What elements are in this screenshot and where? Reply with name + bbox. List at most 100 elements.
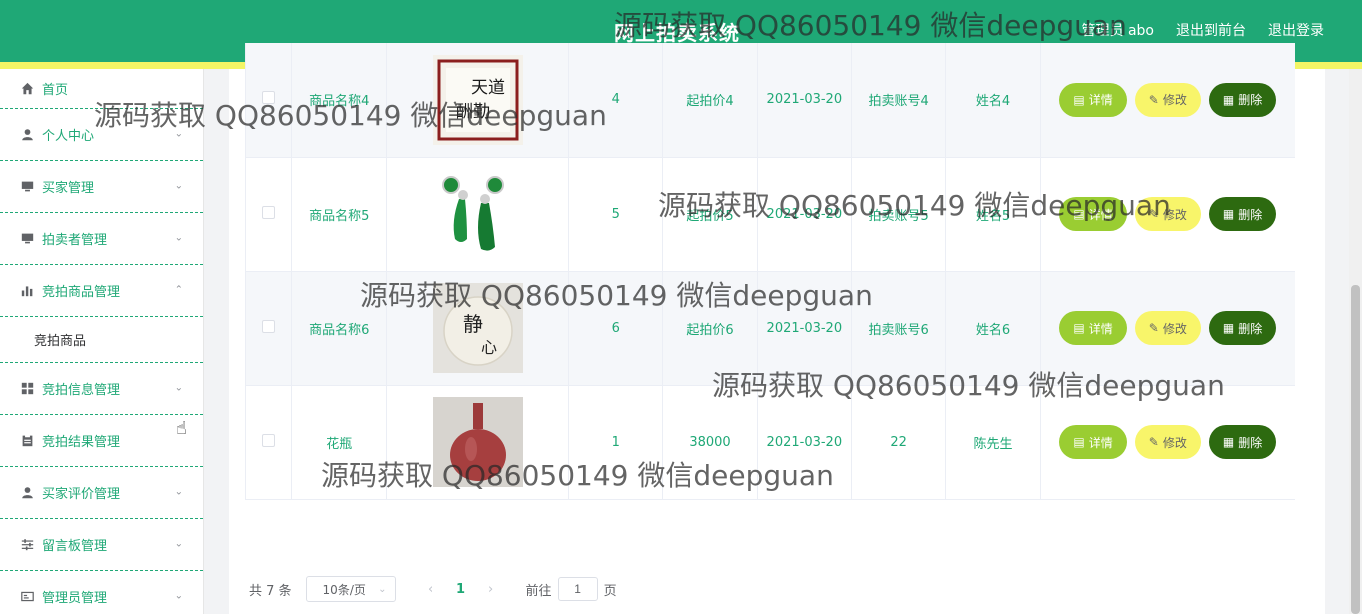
edit-button[interactable]: ✎ 修改 [1134, 197, 1201, 231]
document-icon: ▤ [1073, 207, 1085, 221]
table-card: 商品名称4 天道 酬勤 4 起拍价4 2021-03-20 拍卖账号4 姓名4 … [229, 43, 1325, 614]
app-title: 网上拍卖系统 [614, 21, 740, 45]
sidebar-item-admins[interactable]: 管理员管理 ⌄ [0, 571, 203, 614]
jade-jewelry-image [432, 169, 523, 259]
calligraphy-painting-image: 天道 酬勤 [432, 54, 523, 145]
goods-number-cell: 5 [568, 157, 664, 272]
sidebar-item-profile[interactable]: 个人中心 ⌄ [0, 109, 203, 161]
home-icon [20, 82, 34, 96]
id-card-icon [20, 590, 34, 604]
seller-account-cell: 拍卖账号5 [851, 157, 947, 272]
pagination: 共 7 条 10条/页 ⌄ ‹ 1 › 前往 页 [249, 576, 617, 602]
detail-button[interactable]: ▤ 详情 [1059, 197, 1127, 231]
seller-name-cell: 姓名4 [945, 43, 1041, 158]
document-icon: ▤ [1073, 321, 1085, 335]
svg-text:心: 心 [481, 338, 497, 357]
vertical-scrollbar[interactable] [1349, 69, 1362, 614]
detail-button[interactable]: ▤ 详情 [1059, 82, 1127, 117]
table-row: 商品名称4 天道 酬勤 4 起拍价4 2021-03-20 拍卖账号4 姓名4 … [244, 43, 1295, 158]
table-row: 商品名称6 静 心 6 起拍价6 2021-03-20 拍卖账号6 姓名6 ▤ … [244, 271, 1295, 386]
page-size-value: 10条/页 [322, 582, 366, 597]
start-price-cell: 起拍价4 [662, 43, 758, 158]
start-price-cell: 起拍价5 [662, 157, 758, 272]
next-page-button[interactable]: › [476, 582, 506, 597]
trash-icon: ▦ [1222, 92, 1235, 107]
edit-button[interactable]: ✎ 修改 [1134, 311, 1201, 345]
sidebar-item-label: 竞拍结果管理 [42, 435, 121, 450]
scrollbar-thumb[interactable] [1351, 285, 1360, 614]
goods-name-cell: 商品名称6 [291, 271, 388, 386]
document-icon: ▤ [1073, 435, 1085, 449]
logout-link[interactable]: 退出登录 [1268, 20, 1324, 40]
sidebar-item-auction-results[interactable]: 竞拍结果管理 [0, 415, 203, 467]
seller-name-cell: 姓名6 [945, 271, 1041, 386]
goods-table: 商品名称4 天道 酬勤 4 起拍价4 2021-03-20 拍卖账号4 姓名4 … [244, 43, 1295, 500]
seller-name-cell: 陈先生 [945, 385, 1041, 500]
pencil-icon: ✎ [1148, 321, 1159, 335]
goods-number-cell: 1 [568, 385, 664, 500]
document-icon: ▤ [1073, 92, 1085, 107]
sidebar-item-buyer-reviews[interactable]: 买家评价管理 ⌄ [0, 467, 203, 519]
seller-account-cell: 22 [851, 385, 947, 500]
prev-page-button[interactable]: ‹ [416, 582, 446, 597]
date-cell: 2021-03-20 [757, 271, 852, 386]
sidebar-item-label: 买家管理 [42, 181, 95, 196]
sidebar-item-label: 首页 [42, 83, 69, 98]
goto-suffix: 页 [603, 583, 617, 599]
goods-name-cell: 花瓶 [291, 385, 388, 500]
sidebar-item-label: 个人中心 [42, 129, 95, 144]
sidebar-item-sellers[interactable]: 拍卖者管理 ⌄ [0, 213, 203, 265]
row-checkbox[interactable] [262, 205, 276, 219]
goto-page-input[interactable] [557, 577, 598, 601]
page-number-current[interactable]: 1 [446, 582, 476, 597]
total-count: 共 7 条 [249, 583, 292, 599]
seller-name-cell: 姓名5 [945, 157, 1041, 272]
row-checkbox[interactable] [262, 433, 276, 447]
calligraphy-scroll-image: 静 心 [432, 283, 523, 373]
sliders-icon [20, 538, 34, 552]
trash-icon: ▦ [1222, 321, 1235, 335]
delete-button[interactable]: ▦ 删除 [1208, 311, 1277, 345]
sidebar-item-buyers[interactable]: 买家管理 ⌄ [0, 161, 203, 213]
delete-button[interactable]: ▦ 删除 [1208, 425, 1277, 459]
row-checkbox[interactable] [262, 91, 276, 105]
chevron-down-icon: ⌄ [174, 127, 183, 139]
clipboard-icon [20, 434, 34, 448]
chevron-down-icon: ⌄ [174, 537, 183, 549]
chevron-down-icon: ⌄ [174, 231, 183, 243]
edit-button[interactable]: ✎ 修改 [1134, 82, 1201, 117]
goods-name-cell: 商品名称4 [291, 43, 388, 158]
detail-button[interactable]: ▤ 详情 [1059, 311, 1127, 345]
edit-button[interactable]: ✎ 修改 [1134, 425, 1201, 459]
row-checkbox[interactable] [262, 319, 276, 333]
chevron-down-icon: ⌄ [174, 381, 183, 393]
seller-account-cell: 拍卖账号4 [851, 43, 947, 158]
goods-number-cell: 6 [568, 271, 664, 386]
start-price-cell: 38000 [662, 385, 758, 500]
svg-text:酬勤: 酬勤 [456, 102, 490, 122]
pencil-icon: ✎ [1148, 92, 1159, 107]
sidebar-item-home[interactable]: 首页 [0, 69, 203, 109]
monitor-icon [20, 180, 34, 194]
back-to-frontend-link[interactable]: 退出到前台 [1176, 20, 1246, 40]
sidebar-item-label: 竞拍商品管理 [42, 285, 121, 300]
submenu-item-auction-goods[interactable]: 竞拍商品 [0, 317, 203, 363]
monitor-icon [20, 232, 34, 246]
chevron-down-icon: ⌄ [174, 179, 183, 191]
page-size-select[interactable]: 10条/页 ⌄ [305, 576, 396, 602]
user-icon [20, 486, 34, 500]
date-cell: 2021-03-20 [757, 157, 852, 272]
trash-icon: ▦ [1222, 207, 1235, 221]
sidebar: 首页 个人中心 ⌄ 买家管理 ⌄ 拍卖者管理 ⌄ 竞拍商品管理 ⌃ 竞拍商品 竞… [0, 69, 204, 614]
delete-button[interactable]: ▦ 删除 [1208, 82, 1277, 117]
sidebar-item-message-board[interactable]: 留言板管理 ⌄ [0, 519, 203, 571]
seller-account-cell: 拍卖账号6 [851, 271, 947, 386]
delete-button[interactable]: ▦ 删除 [1208, 197, 1277, 231]
sidebar-item-auction-info[interactable]: 竞拍信息管理 ⌄ [0, 363, 203, 415]
goods-number-cell: 4 [568, 43, 664, 158]
sidebar-item-label: 管理员管理 [42, 591, 108, 606]
sidebar-item-auction-goods[interactable]: 竞拍商品管理 ⌃ [0, 265, 203, 317]
chevron-down-icon: ⌄ [378, 583, 387, 595]
admin-user-label: 管理员 abo [1081, 23, 1154, 39]
detail-button[interactable]: ▤ 详情 [1059, 425, 1127, 459]
